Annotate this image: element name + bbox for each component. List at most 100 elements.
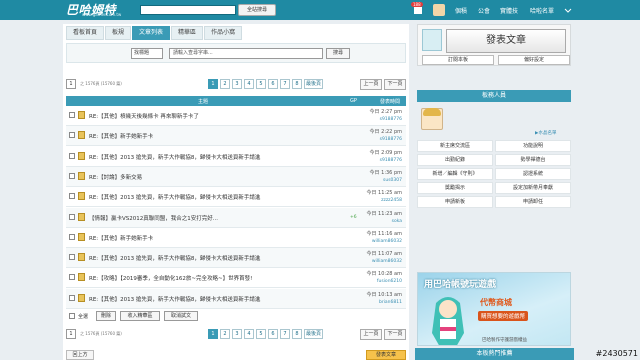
tab-featured[interactable]: 精華區 <box>171 26 204 40</box>
select-all-checkbox[interactable] <box>69 313 75 319</box>
post-title[interactable]: RE:【其他】2013 搶先頁，新手大作戰協8，歸侵卡大相送頁新手請進 <box>89 153 349 161</box>
page-link[interactable]: 8 <box>292 79 302 89</box>
post-title[interactable]: RE:【其他】2013 搶先頁，新手大作戰協8，歸侵卡大相送頁新手請進 <box>89 295 349 303</box>
publish-article-button[interactable]: 發表文章 <box>446 29 566 53</box>
page-link[interactable]: 1 <box>208 329 218 339</box>
board-tool-link[interactable]: 出勤紀錄 <box>417 154 493 166</box>
post-author[interactable]: sus0307 <box>383 178 402 183</box>
last-page-link[interactable]: 最後頁 <box>304 329 324 339</box>
row-checkbox[interactable] <box>69 254 75 261</box>
site-search-button[interactable]: 全站搜尋 <box>238 4 276 16</box>
tab-board-home[interactable]: 看板首頁 <box>66 26 105 40</box>
page-link[interactable]: 5 <box>256 79 266 89</box>
post-title[interactable]: 【情報】贏卡VS2012真聯同盟，我合之1安打完好... <box>89 214 349 222</box>
keyword-search-button[interactable]: 搜尋 <box>326 48 350 59</box>
row-checkbox[interactable] <box>69 132 75 139</box>
tab-works[interactable]: 作品小窩 <box>204 26 243 40</box>
post-title[interactable]: RE:【其他】新手她新手卡 <box>89 132 349 140</box>
row-checkbox[interactable] <box>69 172 75 179</box>
table-row[interactable]: RE:【討論】多新交易 今日 1:36 pm sus0307 <box>66 166 406 187</box>
tab-rules[interactable]: 板規 <box>105 26 132 40</box>
row-checkbox[interactable] <box>69 274 75 281</box>
table-row[interactable]: RE:【其他】2013 搶先頁，新手大作戰協8，歸侵卡大相送頁新手請進 今日 11… <box>66 248 406 269</box>
page-input[interactable]: 1 <box>66 329 76 339</box>
page-link[interactable]: 6 <box>268 329 278 339</box>
row-checkbox[interactable] <box>69 193 75 200</box>
post-author[interactable]: soka <box>392 219 402 224</box>
page-link[interactable]: 2 <box>220 329 230 339</box>
nav-link-2[interactable]: 公會 <box>478 6 490 15</box>
table-row[interactable]: RE:【其他】新手她新手卡 今日 11:16 am william86032 <box>66 228 406 248</box>
post-author[interactable]: s9188776 <box>380 137 402 142</box>
post-author[interactable]: s9188776 <box>380 117 402 122</box>
board-tool-link[interactable]: 功能說明 <box>495 140 571 152</box>
nav-link-4[interactable]: 哈啦名單 <box>530 6 554 15</box>
page-link[interactable]: 3 <box>232 79 242 89</box>
table-row[interactable]: RE:【其他】新手她新手卡 今日 2:22 pm s9188776 <box>66 126 406 147</box>
cancel-post-button[interactable]: 取消試文 <box>164 311 198 321</box>
back-to-top-button[interactable]: 回上方 <box>66 350 94 360</box>
prev-page-button[interactable]: 上一頁 <box>360 329 382 340</box>
page-link[interactable]: 4 <box>244 79 254 89</box>
promo-banner[interactable]: 用巴哈帳號玩遊戲 代幣商城 購買想要的遊戲幣 巴哈製作守護游戲權益 <box>417 272 571 346</box>
board-tool-link[interactable]: 認證系統 <box>495 168 571 180</box>
table-row[interactable]: RE:【其他】2013 搶先頁，新手大作戰協8，歸侵卡大相送頁新手請進 今日 10… <box>66 288 406 309</box>
post-title[interactable]: RE:【其他】槓幾天後幾條卡 再來聊新手卡了 <box>89 112 349 120</box>
dropdown-icon[interactable] <box>562 4 574 16</box>
site-search-input[interactable] <box>140 5 236 15</box>
post-title[interactable]: RE:【其他】2013 搶先頁，新手大作戰協8，歸侵卡大相送頁新手請進 <box>89 193 349 201</box>
board-tool-link[interactable]: 新增／編輯《守則》 <box>417 168 493 180</box>
keyword-input[interactable]: 請輸入查尋字串... <box>169 48 323 59</box>
row-checkbox[interactable] <box>69 213 75 220</box>
post-author[interactable]: zzzz2458 <box>381 198 402 203</box>
table-row[interactable]: RE:【其他】2013 搶先頁，新手大作戰協8，歸侵卡大相送頁新手請進 今日 2:… <box>66 147 406 167</box>
page-link[interactable]: 8 <box>292 329 302 339</box>
next-page-button[interactable]: 下一頁 <box>384 329 406 340</box>
post-author[interactable]: brian6811 <box>379 300 402 305</box>
row-checkbox[interactable] <box>69 294 75 301</box>
post-article-button-bottom[interactable]: 發表文章 <box>366 350 406 360</box>
preferences-button[interactable]: 偏好設定 <box>498 55 570 65</box>
subscribe-board-button[interactable]: 訂閱本板 <box>422 55 494 65</box>
search-type-select[interactable]: 找標題 <box>131 48 163 59</box>
tab-article-list[interactable]: 文章列表 <box>132 26 171 40</box>
board-tool-link[interactable]: 設定加新帶月奉獻 <box>495 182 571 194</box>
collect-button[interactable]: 收入精華區 <box>120 311 160 321</box>
post-author[interactable]: s9188776 <box>380 158 402 163</box>
prev-page-button[interactable]: 上一頁 <box>360 79 382 90</box>
page-link[interactable]: 5 <box>256 329 266 339</box>
post-author[interactable]: fusion6210 <box>377 279 402 284</box>
table-row[interactable]: RE:【其他】槓幾天後幾條卡 再來聊新手卡了 今日 2:27 pm s9188776 <box>66 106 406 126</box>
delete-button[interactable]: 刪除 <box>96 311 116 321</box>
post-title[interactable]: RE:【討論】多新交易 <box>89 173 349 181</box>
row-checkbox[interactable] <box>69 233 75 240</box>
page-link[interactable]: 6 <box>268 79 278 89</box>
nav-link-1[interactable]: 個積 <box>455 6 467 15</box>
board-tool-link[interactable]: 申請卸任 <box>495 196 571 208</box>
page-link[interactable]: 1 <box>208 79 218 89</box>
post-author[interactable]: william86032 <box>372 239 402 244</box>
board-tool-link[interactable]: 勢學禪德台 <box>495 154 571 166</box>
last-page-link[interactable]: 最後頁 <box>304 79 324 89</box>
page-input[interactable]: 1 <box>66 79 76 89</box>
post-title[interactable]: RE:【其他】2013 搶先頁，新手大作戰協8，歸侵卡大相送頁新手請進 <box>89 254 349 262</box>
post-author[interactable]: william86032 <box>372 259 402 264</box>
board-tool-link[interactable]: 申請新板 <box>417 196 493 208</box>
page-link[interactable]: 2 <box>220 79 230 89</box>
post-title[interactable]: RE:【其他】新手她新手卡 <box>89 234 349 242</box>
page-link[interactable]: 7 <box>280 79 290 89</box>
board-tool-link[interactable]: 新主席交流區 <box>417 140 493 152</box>
nav-link-3[interactable]: 實體技 <box>500 6 518 15</box>
more-moderators-link[interactable]: ▶水晶名單 <box>535 130 556 136</box>
table-row[interactable]: 【情報】贏卡VS2012真聯同盟，我合之1安打完好... +6 今日 11:23 a… <box>66 207 406 228</box>
page-link[interactable]: 4 <box>244 329 254 339</box>
page-link[interactable]: 3 <box>232 329 242 339</box>
row-checkbox[interactable] <box>69 112 75 118</box>
table-row[interactable]: RE:【攻略】【2019審季，全自動化162旅~完全攻略~】世界首發! 今日 10… <box>66 268 406 289</box>
row-checkbox[interactable] <box>69 152 75 159</box>
table-row[interactable]: RE:【其他】2013 搶先頁，新手大作戰協8，歸侵卡大相送頁新手請進 今日 11… <box>66 187 406 208</box>
notification-icon[interactable] <box>412 4 424 16</box>
user-avatar[interactable] <box>433 4 445 16</box>
board-tool-link[interactable]: 獎勵揭示 <box>417 182 493 194</box>
post-title[interactable]: RE:【攻略】【2019審季，全自動化162旅~完全攻略~】世界首發! <box>89 274 349 282</box>
